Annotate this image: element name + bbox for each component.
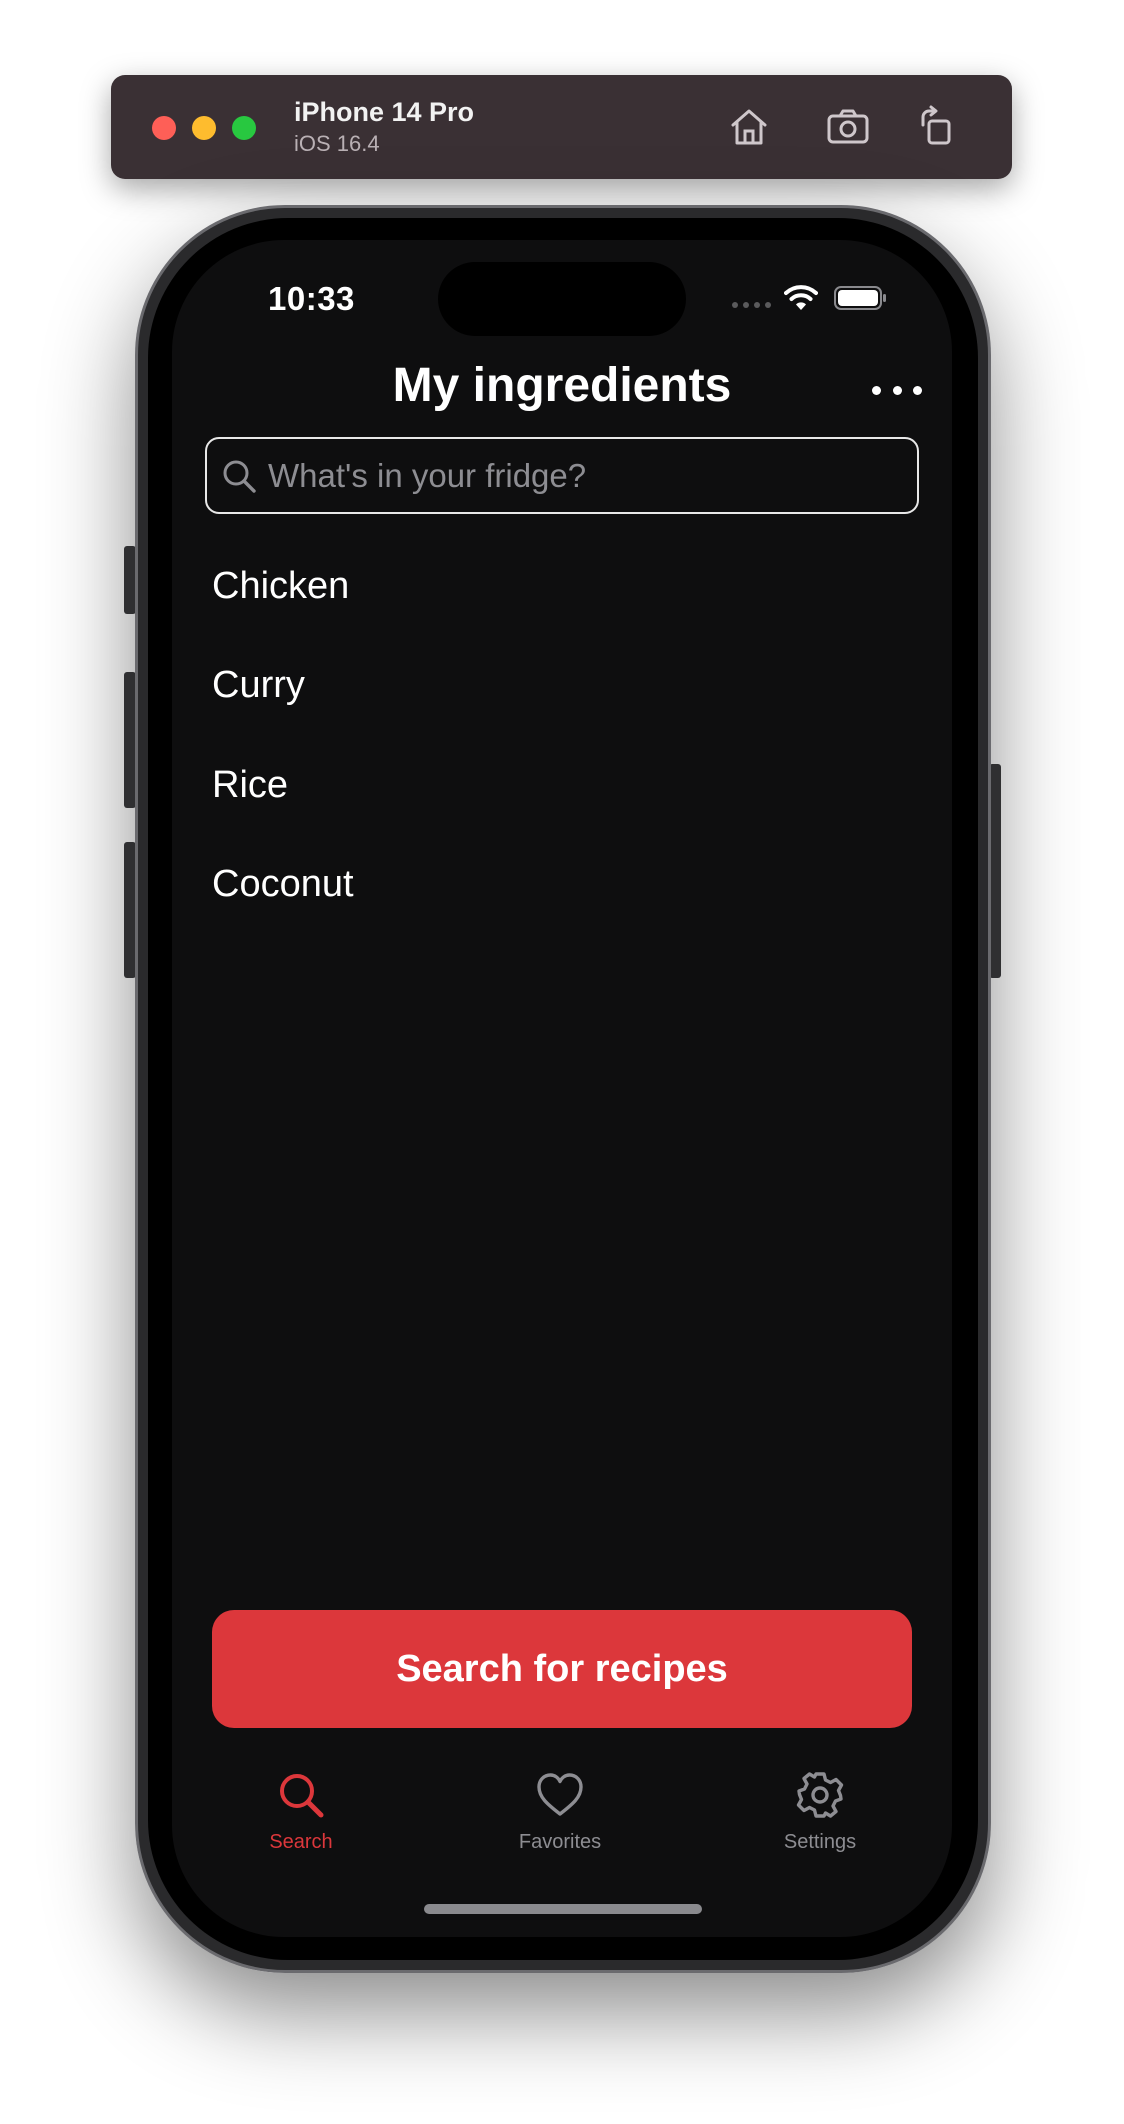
tab-label: Settings [783,1831,857,1853]
signal-icon [732,302,771,308]
rotate-button[interactable] [913,103,961,151]
close-window-button[interactable] [152,116,176,140]
ingredient-item[interactable]: Chicken [212,558,912,657]
ingredient-item[interactable]: Rice [212,757,912,856]
search-field[interactable] [205,437,919,514]
tab-favorites[interactable]: Favorites [480,1770,640,1854]
search-recipes-button[interactable]: Search for recipes [212,1610,912,1728]
tab-settings[interactable]: Settings [740,1770,900,1854]
wifi-icon [784,285,818,310]
tab-label: Search [269,1831,333,1853]
rotate-icon [921,105,951,145]
page-title: My ingredients [392,359,732,412]
ellipsis-icon [872,385,881,395]
minimize-window-button[interactable] [192,116,216,140]
search-icon [223,460,256,493]
search-icon [280,1774,324,1818]
home-button[interactable] [725,103,773,151]
device-name: iPhone 14 Pro [294,97,475,127]
status-time: 10:33 [268,280,355,317]
tab-label: Favorites [518,1831,602,1853]
ingredient-list: Chicken Curry Rice Coconut [212,558,912,955]
heart-icon [537,1773,583,1816]
more-options-button[interactable] [872,375,922,405]
tab-bar: Search Favorites Settings [172,1770,952,1880]
ingredient-item[interactable]: Curry [212,657,912,756]
os-version: iOS 16.4 [294,131,380,156]
zoom-window-button[interactable] [232,116,256,140]
ingredient-item[interactable]: Coconut [212,856,912,955]
dynamic-island [438,262,686,336]
home-icon [731,109,767,145]
screenshot-icon [827,109,869,144]
gear-icon [796,1772,844,1818]
app-screen: 10:33 My ingredients Chicken Curry Rice … [172,240,952,1937]
home-indicator [424,1904,702,1914]
tab-search[interactable]: Search [221,1770,381,1854]
battery-icon [834,286,886,310]
simulator-toolbar: iPhone 14 Pro iOS 16.4 [111,75,1012,179]
search-input[interactable] [266,455,917,496]
screenshot-button[interactable] [824,103,872,151]
